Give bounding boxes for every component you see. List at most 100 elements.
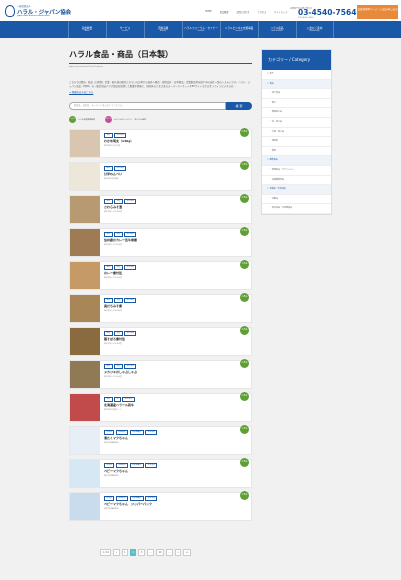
halal-badge-icon: ハラル — [240, 161, 249, 171]
product-name[interactable]: 清たくマクちゃん — [104, 436, 128, 440]
product-name[interactable]: ベビーマクちゃん — [104, 469, 128, 473]
page-link[interactable]: … — [146, 549, 155, 556]
product-tags: 食品 水産 加工食品 — [104, 298, 137, 304]
halal-badge-icon: ハラル — [240, 194, 249, 204]
search-input[interactable]: 商品名、会社名、キーワードを入力してください。 — [69, 102, 226, 111]
product-name[interactable]: ベビーマクちゃん ジッパーパック — [104, 502, 152, 506]
product-image[interactable] — [70, 229, 100, 257]
search-button[interactable]: 検 索 — [226, 102, 252, 111]
product-image[interactable] — [70, 130, 100, 158]
product-card[interactable]: 食品 加工食品 わかめ明太（130g） 株式会社かね子水産 ハラル — [69, 128, 252, 159]
halal-badge-icon: ハラル — [240, 359, 249, 369]
page-link[interactable]: 1 — [121, 549, 129, 556]
product-card[interactable]: 食品 水産 加工食品 メカジキのしゃぶしゃぶ 株式会社しまなみ水産 ハラル — [69, 359, 252, 390]
product-tag: 食品 — [104, 364, 113, 370]
product-image[interactable] — [70, 394, 100, 422]
product-image[interactable] — [70, 427, 100, 455]
page-title: ハラル食品・商品（日本製） — [69, 49, 252, 64]
nav-item-activity[interactable]: 活動実績 Activity — [143, 21, 182, 38]
product-tags: 食品 水産 加工食品 — [104, 199, 137, 205]
product-card[interactable]: 食品 加工食品 甘学ねんべい 株式会社甘学米菓 ハラル — [69, 161, 252, 192]
page-link[interactable]: … — [165, 549, 174, 556]
product-maker: 株式会社しまなみ水産 — [104, 310, 122, 313]
sidebar-category-item[interactable]: ・農産加工品 — [262, 108, 331, 118]
nav-item-business[interactable]: ハラルビジネス支援事業 Business — [219, 21, 258, 38]
product-tag: 加工食品 — [124, 232, 137, 238]
page-link[interactable]: « — [113, 549, 120, 556]
product-tags: 食品肉加工食品 — [104, 397, 135, 403]
nav-item-service[interactable]: サービス Service — [105, 21, 144, 38]
product-tag: 日用雑貨品 — [129, 463, 144, 469]
product-image[interactable] — [70, 493, 100, 521]
product-image[interactable] — [70, 328, 100, 356]
toplink-contact[interactable]: お問い合わせ — [236, 10, 249, 14]
sidebar-category-item[interactable]: ・化粧品 — [262, 195, 331, 205]
product-card[interactable]: 日用品 化粧用品 日用雑貨品 化学用品 ベビーマクちゃん 株式会社藤田原料 ハラル — [69, 458, 252, 489]
sidebar-category-item[interactable]: ＞ 食品 — [262, 79, 331, 90]
phone-number[interactable]: 03-4540-7564 — [298, 8, 356, 17]
nav-item-products[interactable]: ハラル商品 Halal Products — [257, 21, 296, 38]
product-image[interactable] — [70, 460, 100, 488]
product-name[interactable]: 北海道産ハラール和牛 — [104, 403, 134, 407]
product-image[interactable] — [70, 262, 100, 290]
nav-label: 活動実績 — [157, 27, 169, 30]
sidebar-category-item[interactable]: ・加工食品 — [262, 89, 331, 99]
product-name[interactable]: のレー煮付缶 — [104, 271, 122, 275]
sidebar-category-item[interactable]: ・飲料 — [262, 147, 331, 157]
sidebar-category-item[interactable]: ・栄養機能食品 — [262, 176, 331, 186]
nav-item-about[interactable]: 協会概要 About — [67, 21, 106, 38]
sidebar-category-item[interactable]: ・調味料 — [262, 137, 331, 147]
member-button[interactable]: 会員様専用ページ／入会お申し込み — [357, 5, 398, 19]
product-name[interactable]: わかめ明太（130g） — [104, 139, 133, 143]
sidebar-category-item[interactable]: ＞ 全て — [262, 70, 331, 80]
logo-icon[interactable] — [5, 5, 15, 17]
nav-item-membership[interactable]: 入会のご案内 Membership — [295, 21, 334, 38]
product-name[interactable]: 信州鹿のカレー缶牛骨煮 — [104, 238, 137, 242]
halal-badge-icon: ハラル — [240, 260, 249, 270]
product-card[interactable]: 食品 水産 加工食品 真だちみそ煮 株式会社しまなみ水産 ハラル — [69, 293, 252, 324]
product-name[interactable]: 真だちみそ煮 — [104, 304, 122, 308]
product-image[interactable] — [70, 361, 100, 389]
page-link[interactable]: 10 — [156, 549, 164, 556]
product-card[interactable]: 食品 水産 加工食品 鶏そぼろ煮付缶 株式会社しまなみ水産 ハラル — [69, 326, 252, 357]
toplink-home[interactable]: HOME — [205, 10, 212, 14]
product-image[interactable] — [70, 163, 100, 191]
product-image[interactable] — [70, 295, 100, 323]
product-card[interactable]: 食品 水産 加工食品 のレー煮付缶 株式会社しまなみ水産 ハラル — [69, 260, 252, 291]
apply-link[interactable]: → 掲載申込みはこちら — [69, 90, 252, 94]
product-tags: 日用品 化粧用品 日用雑貨品 化学用品 — [104, 463, 158, 469]
product-tag: 化粧用品 — [115, 496, 129, 502]
sidebar-category-item[interactable]: ・水産・加工品 — [262, 128, 331, 138]
sidebar-category-item[interactable]: ・肉・加工品 — [262, 118, 331, 128]
sidebar-category-item[interactable]: ・菓子 — [262, 99, 331, 109]
page-link[interactable]: 3 — [138, 549, 145, 556]
nav-label: サービス — [119, 27, 131, 30]
toplink-about[interactable]: 協会概要 — [220, 10, 229, 14]
sidebar-category-item[interactable]: ＞ 化粧品・生活用品 — [262, 185, 331, 195]
product-name[interactable]: さわらみそ漬 — [104, 205, 122, 209]
product-card[interactable]: 食品肉加工食品 北海道産ハラール和牛 株式会社北海道ミート ハラル — [69, 392, 252, 423]
product-tags: 日用品 化粧用品 日用雑貨品 化学用品 — [104, 496, 158, 502]
category-sidebar: カテゴリー / Category ＞ 全て＞ 食品 ・加工食品 ・菓子 ・農産加工品・… — [261, 49, 332, 215]
product-name[interactable]: 鶏そぼろ煮付缶 — [104, 337, 125, 341]
nav-item-seminar[interactable]: ハラルフォーラム・セミナー Seminar — [181, 21, 220, 38]
sidebar-category-item[interactable]: ・衛生用品・日用雑貨品 — [262, 204, 331, 214]
product-image[interactable] — [70, 196, 100, 224]
product-card[interactable]: 日用品 化粧用品 日用雑貨品 化学用品 ベビーマクちゃん ジッパーパック 株式会社藤田原料… — [69, 491, 252, 522]
nav-sublabel: Membership — [309, 31, 320, 32]
product-name[interactable]: メカジキのしゃぶしゃぶ — [104, 370, 137, 374]
product-tag: 加工食品 — [124, 331, 137, 337]
product-list: 食品 加工食品 わかめ明太（130g） 株式会社かね子水産 ハラル 食品 加工食品 甘学ねんべ… — [69, 128, 252, 522]
product-card[interactable]: 食品 水産 加工食品 信州鹿のカレー缶牛骨煮 株式会社しまなみ水産 ハラル — [69, 227, 252, 258]
page-link[interactable]: 2 — [130, 549, 137, 556]
sidebar-category-item[interactable]: ・健康食品・サプリメント — [262, 166, 331, 176]
toplink-access[interactable]: アクセス — [258, 10, 267, 14]
toplink-sitemap[interactable]: サイトマップ — [274, 10, 287, 14]
product-name[interactable]: 甘学ねんべい — [104, 172, 122, 176]
product-tag: 日用雑貨品 — [129, 496, 144, 502]
product-card[interactable]: 食品 水産 加工食品 さわらみそ漬 株式会社しまなみ水産 ハラル — [69, 194, 252, 225]
product-card[interactable]: 日用品 化粧用品 日用雑貨品 化学用品 清たくマクちゃん 株式会社藤田原料 ハラル — [69, 425, 252, 456]
page-link[interactable]: » — [175, 549, 182, 556]
sidebar-category-item[interactable]: ＞ 健康食品 — [262, 156, 331, 166]
page-link[interactable]: »» — [183, 549, 192, 556]
